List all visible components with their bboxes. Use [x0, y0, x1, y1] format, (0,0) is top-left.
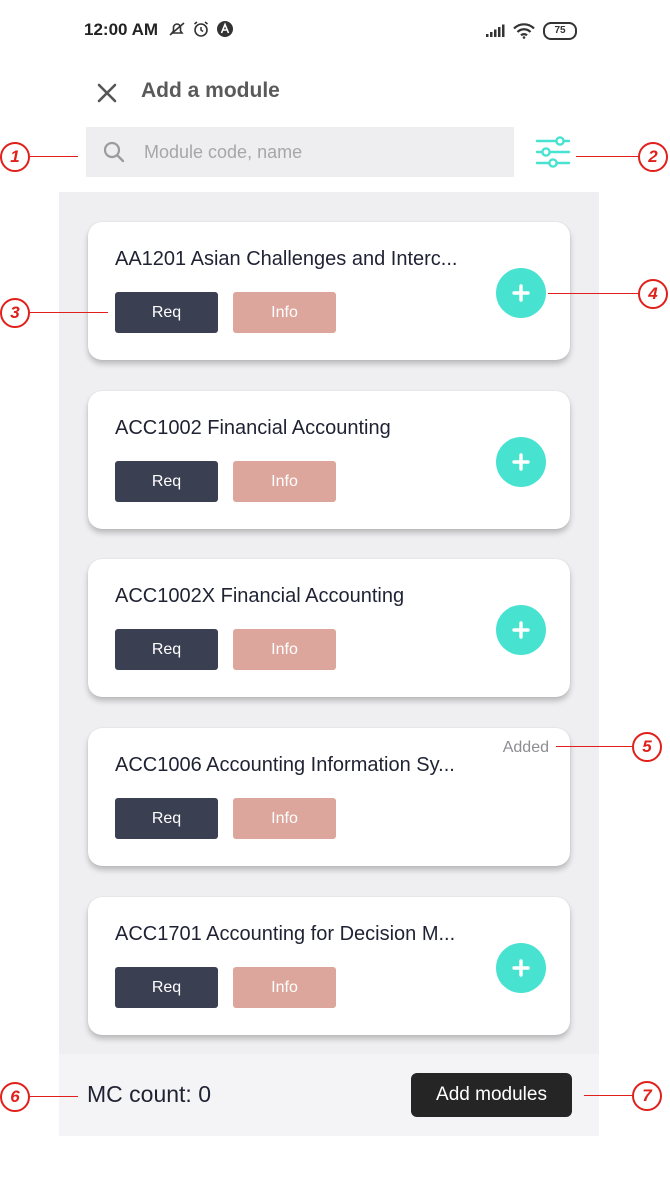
filter-icon[interactable]: [534, 134, 572, 170]
add-module-button[interactable]: [496, 605, 546, 655]
info-button[interactable]: Info: [233, 461, 336, 502]
app-badge-icon: [217, 21, 233, 37]
annotation-marker: 6: [0, 1082, 30, 1112]
req-button[interactable]: Req: [115, 461, 218, 502]
module-title: ACC1002X Financial Accounting: [115, 585, 405, 607]
module-card[interactable]: AA1201 Asian Challenges and Interc... Req…: [88, 222, 570, 360]
info-button[interactable]: Info: [233, 967, 336, 1008]
page-title: Add a module: [141, 79, 280, 102]
req-button[interactable]: Req: [115, 629, 218, 670]
module-card[interactable]: ACC1002X Financial Accounting Req Info: [88, 559, 570, 697]
add-modules-button[interactable]: Add modules: [411, 1073, 572, 1117]
annotation-leader: [576, 156, 638, 157]
wifi-icon: [513, 23, 535, 39]
battery-indicator: 75: [543, 22, 577, 40]
annotation-leader: [28, 312, 108, 313]
annotation-leader: [548, 293, 638, 294]
annotation-leader: [28, 156, 78, 157]
info-button[interactable]: Info: [233, 798, 336, 839]
add-module-button[interactable]: [496, 437, 546, 487]
status-time: 12:00 AM: [84, 20, 159, 39]
alarm-icon: [194, 21, 208, 37]
module-title: ACC1701 Accounting for Decision M...: [115, 923, 456, 945]
module-card[interactable]: ACC1002 Financial Accounting Req Info: [88, 391, 570, 529]
added-label: Added: [502, 739, 549, 756]
info-button[interactable]: Info: [233, 292, 336, 333]
close-icon[interactable]: [94, 80, 120, 106]
annotation-leader: [584, 1095, 632, 1096]
notification-off-icon: [169, 22, 185, 36]
info-button[interactable]: Info: [233, 629, 336, 670]
module-card[interactable]: ACC1701 Accounting for Decision M... Req I…: [88, 897, 570, 1035]
annotation-leader: [556, 746, 632, 747]
req-button[interactable]: Req: [115, 292, 218, 333]
module-title: AA1201 Asian Challenges and Interc...: [115, 248, 458, 270]
req-button[interactable]: Req: [115, 967, 218, 1008]
annotation-marker: 2: [638, 142, 668, 172]
mc-count: MC count: 0: [87, 1081, 211, 1107]
search-bar[interactable]: [86, 127, 514, 177]
module-card[interactable]: ACC1006 Accounting Information Sy... Req I…: [88, 728, 570, 866]
search-input[interactable]: [142, 140, 466, 164]
plus-icon: [512, 284, 530, 302]
add-module-button[interactable]: [496, 268, 546, 318]
annotation-marker: 3: [0, 298, 30, 328]
annotation-marker: 4: [638, 279, 668, 309]
plus-icon: [512, 959, 530, 977]
status-icons-left: [168, 20, 234, 38]
annotation-marker: 1: [0, 142, 30, 172]
annotation-marker: 5: [632, 732, 662, 762]
module-title: ACC1006 Accounting Information Sy...: [115, 754, 455, 776]
status-icons-right: 75: [485, 22, 577, 40]
search-icon: [103, 141, 125, 163]
plus-icon: [512, 621, 530, 639]
signal-icon: [486, 24, 505, 37]
add-module-button[interactable]: [496, 943, 546, 993]
plus-icon: [512, 453, 530, 471]
annotation-marker: 7: [632, 1081, 662, 1111]
req-button[interactable]: Req: [115, 798, 218, 839]
annotation-leader: [28, 1096, 78, 1097]
module-title: ACC1002 Financial Accounting: [115, 417, 391, 439]
